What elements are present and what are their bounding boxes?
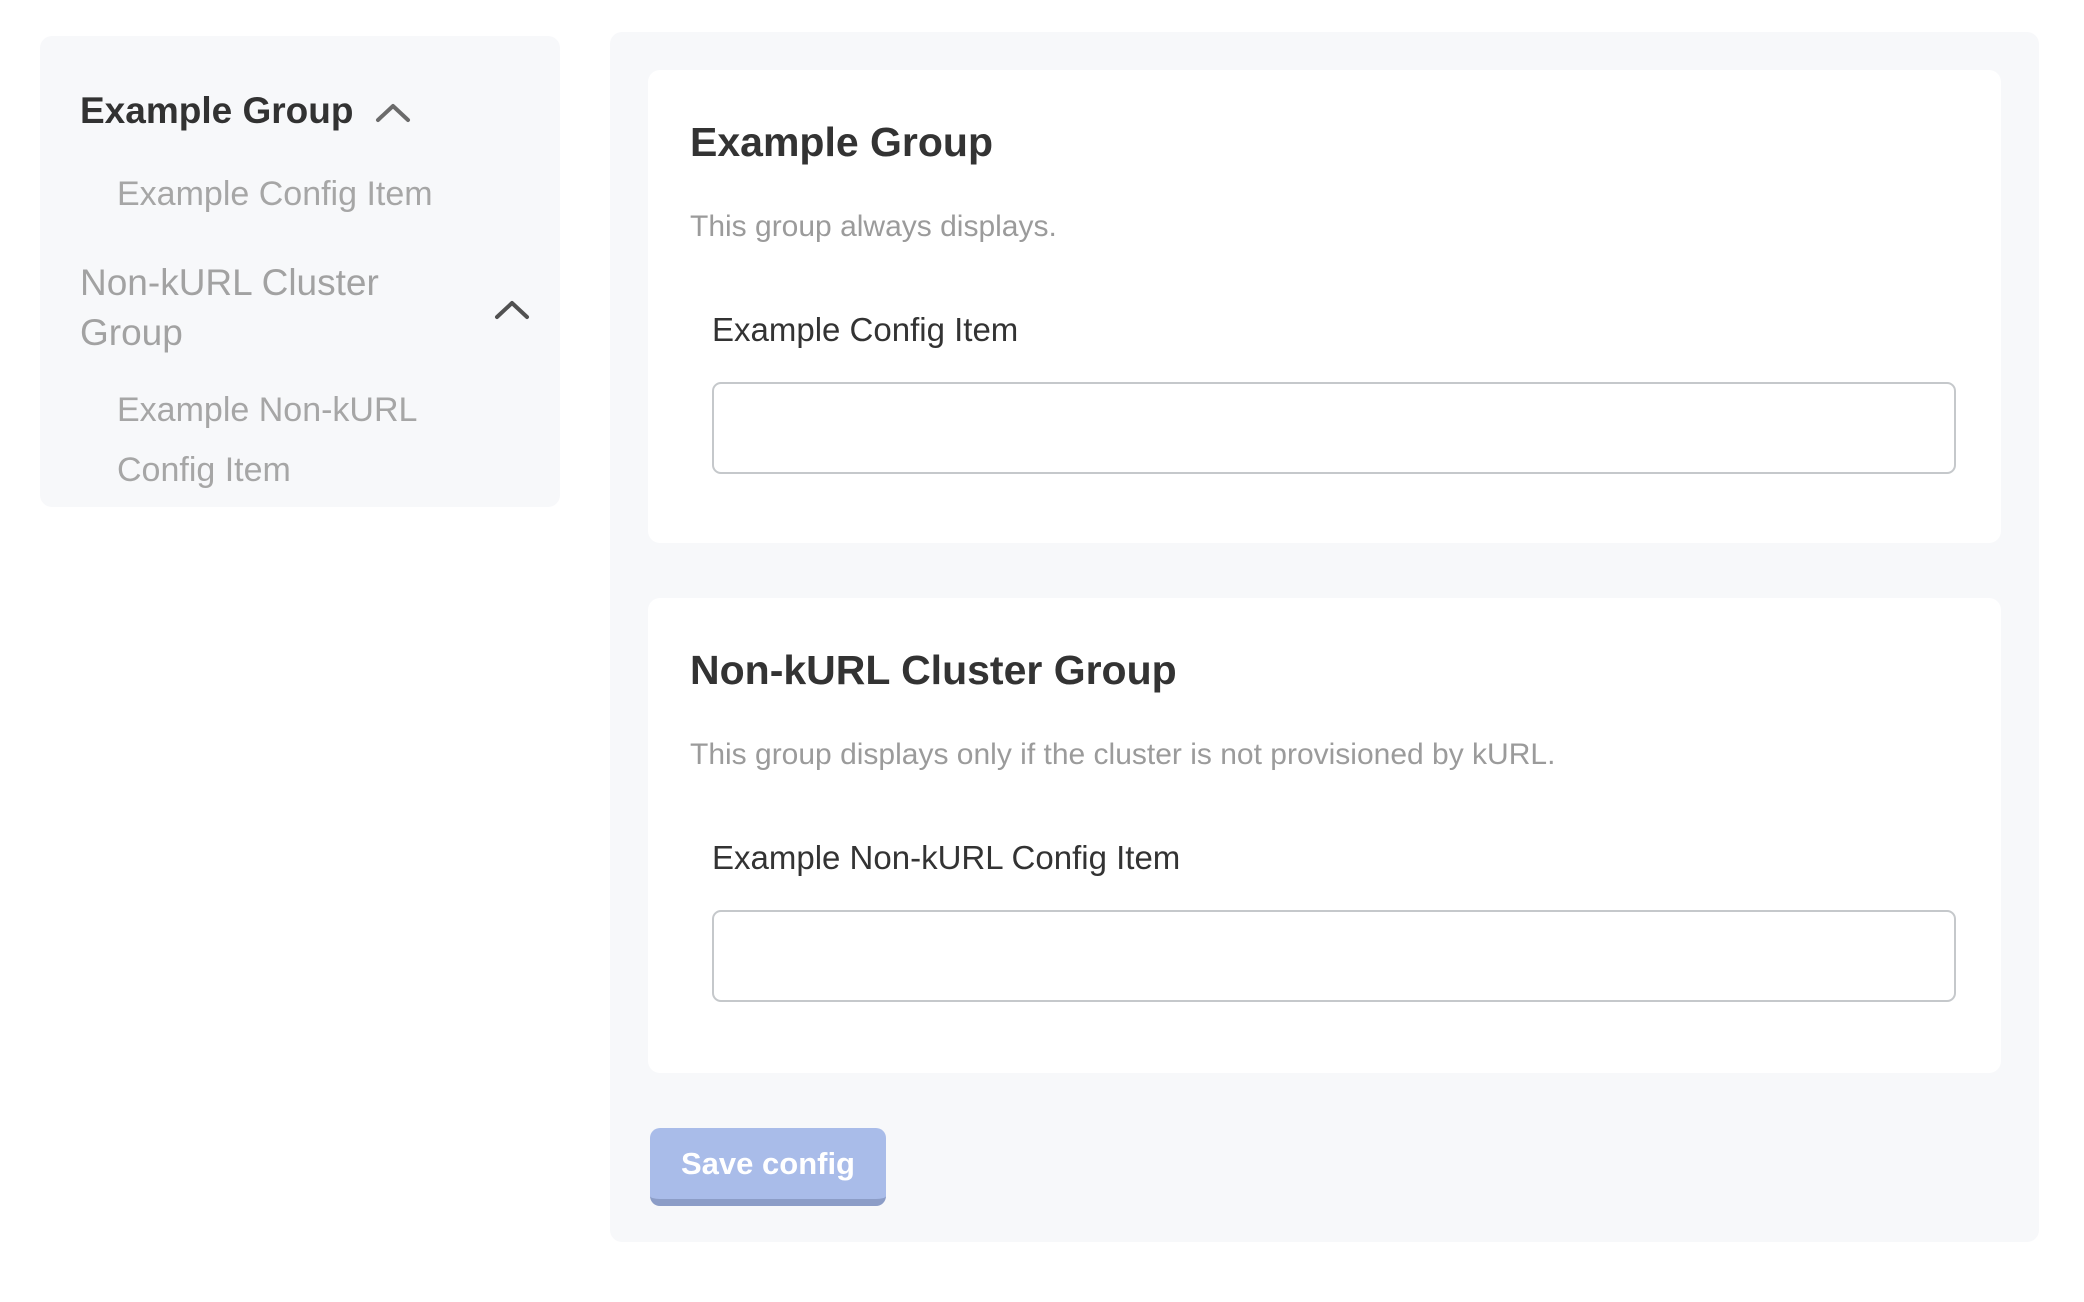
group-description: This group always displays. xyxy=(690,206,1955,248)
group-description: This group displays only if the cluster … xyxy=(690,734,1955,776)
spacer xyxy=(80,224,530,258)
save-config-button[interactable]: Save config xyxy=(650,1128,886,1206)
config-page: Example Group Example Config Item Non-kU… xyxy=(0,0,2084,1302)
sidebar-group-label: Non-kURL Cluster Group xyxy=(80,258,472,358)
example-non-kurl-config-item-input[interactable] xyxy=(712,910,1956,1002)
config-group-card-non-kurl-cluster-group: Non-kURL Cluster Group This group displa… xyxy=(648,598,2001,1073)
chevron-up-icon[interactable] xyxy=(375,103,411,123)
config-field: Example Non-kURL Config Item xyxy=(712,836,1955,1002)
sidebar-group-label: Example Group xyxy=(80,86,353,136)
config-group-card-example-group: Example Group This group always displays… xyxy=(648,70,2001,543)
chevron-up-icon[interactable] xyxy=(494,300,530,320)
group-title: Non-kURL Cluster Group xyxy=(690,642,1955,698)
sidebar-item-example-config-item[interactable]: Example Config Item xyxy=(117,164,520,224)
sidebar-item-example-non-kurl-config-item[interactable]: Example Non-kURL Config Item xyxy=(117,380,520,500)
sidebar-group-example-group[interactable]: Example Group xyxy=(80,86,530,136)
config-panel: Example Group This group always displays… xyxy=(610,32,2039,1242)
config-field: Example Config Item xyxy=(712,308,1955,474)
sidebar-group-non-kurl-cluster-group[interactable]: Non-kURL Cluster Group xyxy=(80,258,530,358)
spacer xyxy=(80,136,530,164)
example-config-item-input[interactable] xyxy=(712,382,1956,474)
group-title: Example Group xyxy=(690,114,1955,170)
config-nav-sidebar: Example Group Example Config Item Non-kU… xyxy=(40,36,560,507)
spacer xyxy=(80,358,530,380)
config-item-label: Example Non-kURL Config Item xyxy=(712,836,1955,880)
config-item-label: Example Config Item xyxy=(712,308,1955,352)
